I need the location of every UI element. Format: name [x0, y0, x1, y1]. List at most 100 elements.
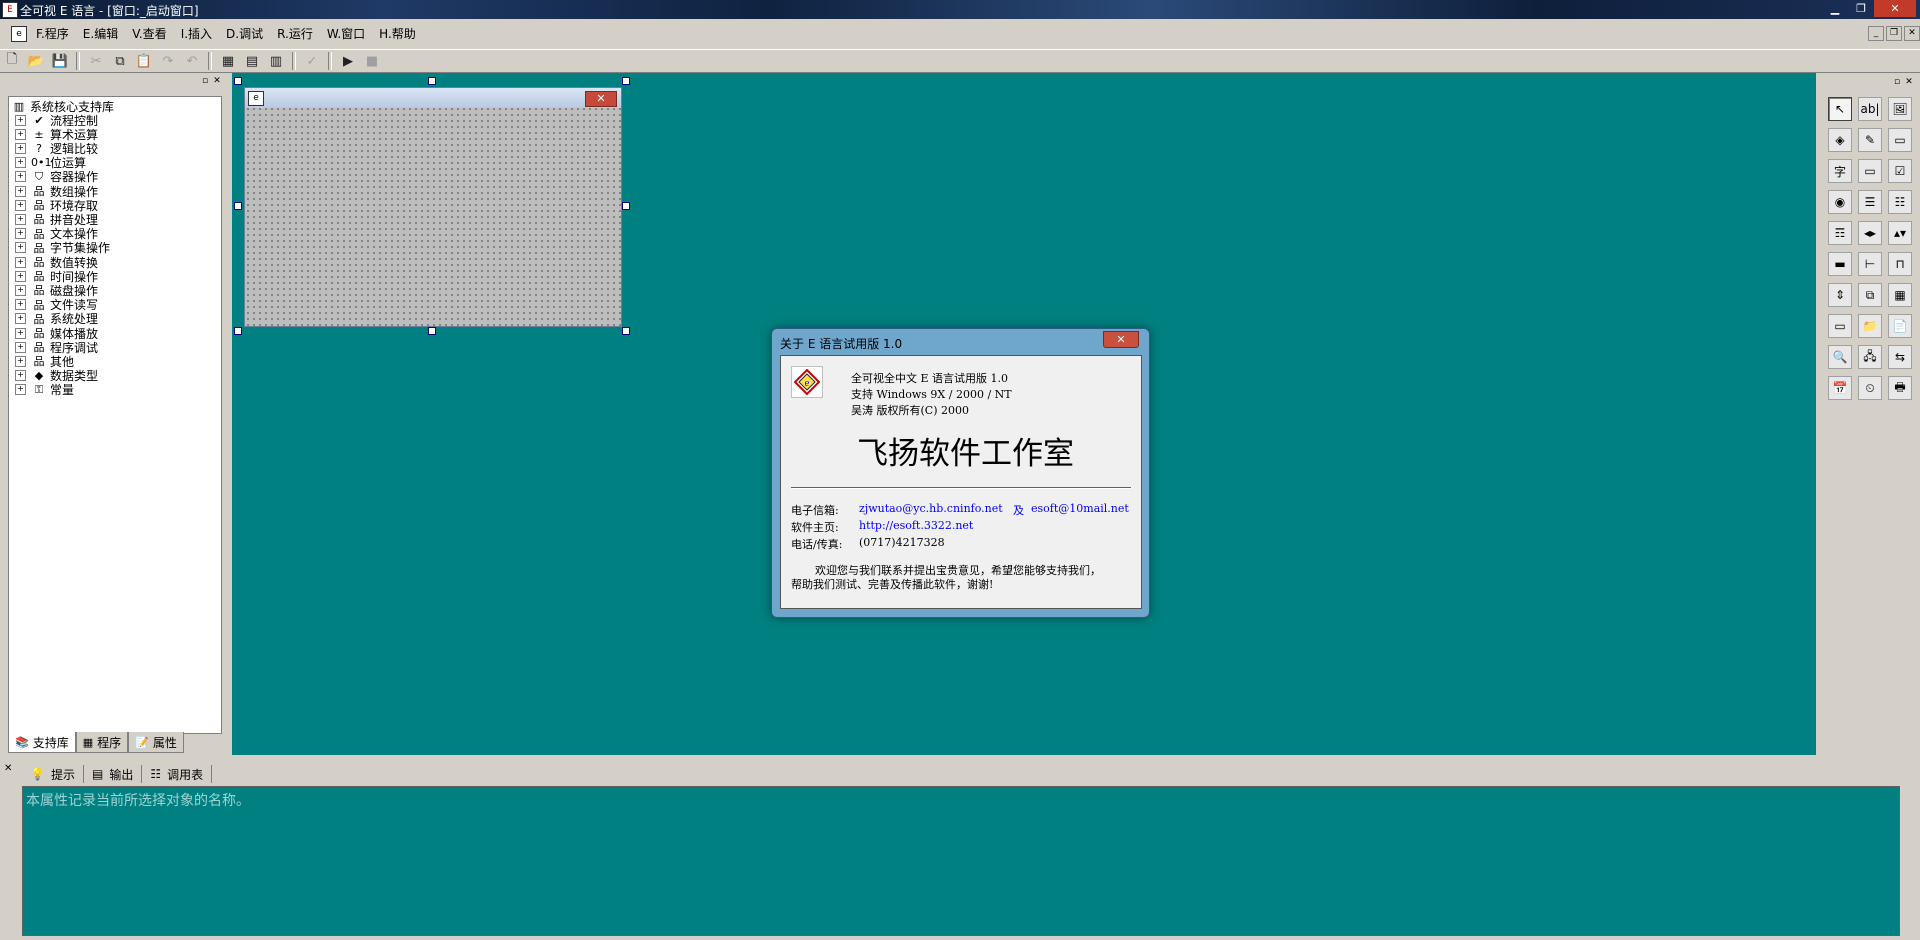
- document-icon[interactable]: e: [11, 26, 27, 42]
- network-tool-icon[interactable]: 🖧: [1858, 345, 1882, 369]
- resize-handle[interactable]: [428, 77, 436, 85]
- resize-handle[interactable]: [622, 77, 630, 85]
- panel-close-icon[interactable]: ✕: [212, 76, 222, 86]
- draw-tool-icon[interactable]: ✎: [1858, 128, 1882, 152]
- bottom-close-icon[interactable]: ✕: [4, 764, 14, 774]
- expand-icon[interactable]: +: [15, 157, 26, 169]
- save-icon[interactable]: 💾: [50, 52, 70, 70]
- expand-icon[interactable]: +: [15, 171, 26, 183]
- resize-handle[interactable]: [234, 77, 242, 85]
- shape-tool-icon[interactable]: ◈: [1828, 128, 1852, 152]
- expand-icon[interactable]: +: [15, 341, 26, 353]
- expand-icon[interactable]: +: [15, 256, 26, 268]
- menu-window[interactable]: W.窗口: [320, 23, 372, 45]
- picture-tool-icon[interactable]: 🖼: [1888, 97, 1912, 121]
- checkbox-tool-icon[interactable]: ☑: [1888, 159, 1912, 183]
- toolbox-float-icon[interactable]: ▫: [1892, 77, 1902, 87]
- expand-icon[interactable]: +: [15, 128, 26, 140]
- expand-icon[interactable]: +: [15, 355, 26, 367]
- vscroll-tool-icon[interactable]: ▴▾: [1888, 221, 1912, 245]
- menu-edit[interactable]: E.编辑: [76, 23, 125, 45]
- close-button[interactable]: ✕: [1874, 0, 1916, 17]
- menu-program[interactable]: F.程序: [29, 23, 76, 45]
- tab-support-library[interactable]: 📚 支持库: [8, 732, 76, 753]
- pointer-tool-icon[interactable]: ↖: [1828, 97, 1852, 121]
- tab-hint[interactable]: 💡 提示: [22, 765, 84, 783]
- copy-icon[interactable]: ⧉: [110, 52, 130, 70]
- mdi-close-button[interactable]: ✕: [1904, 26, 1920, 41]
- expand-icon[interactable]: +: [15, 199, 26, 211]
- slider-tool-icon[interactable]: ⊢: [1858, 252, 1882, 276]
- expand-icon[interactable]: +: [15, 313, 26, 325]
- listview-tool-icon[interactable]: ☶: [1828, 221, 1852, 245]
- layout3-icon[interactable]: ▥: [266, 52, 286, 70]
- split-tool-icon[interactable]: ⇆: [1888, 345, 1912, 369]
- tab-tool-icon[interactable]: ⊓: [1888, 252, 1912, 276]
- new-icon[interactable]: 🗋: [2, 52, 22, 70]
- resize-handle[interactable]: [234, 327, 242, 335]
- expand-icon[interactable]: +: [15, 284, 26, 296]
- progress-tool-icon[interactable]: ▬: [1828, 252, 1852, 276]
- restore-button[interactable]: ❐: [1848, 0, 1874, 17]
- calendar-tool-icon[interactable]: 📅: [1828, 376, 1852, 400]
- form-close-button[interactable]: ✕: [585, 91, 617, 107]
- grid-tool-icon[interactable]: ▦: [1888, 283, 1912, 307]
- email-link-2[interactable]: esoft@10mail.net: [1031, 502, 1129, 515]
- tab-call-table[interactable]: ☷ 调用表: [142, 765, 213, 783]
- expand-icon[interactable]: +: [15, 228, 26, 240]
- spin-tool-icon[interactable]: ⇕: [1828, 283, 1852, 307]
- menu-help[interactable]: H.帮助: [372, 23, 423, 45]
- toolbox-close-icon[interactable]: ✕: [1904, 77, 1914, 87]
- panel-float-icon[interactable]: ▫: [200, 76, 210, 86]
- hint-output-area[interactable]: 本属性记录当前所选择对象的名称。: [22, 786, 1900, 936]
- folder-tool-icon[interactable]: 📁: [1858, 314, 1882, 338]
- frame-tool-icon[interactable]: ▭: [1888, 128, 1912, 152]
- expand-icon[interactable]: +: [15, 142, 26, 154]
- redo-icon[interactable]: ↷: [158, 52, 178, 70]
- resize-handle[interactable]: [622, 202, 630, 210]
- expand-icon[interactable]: +: [15, 185, 26, 197]
- search-tool-icon[interactable]: 🔍: [1828, 345, 1852, 369]
- menu-run[interactable]: R.运行: [270, 23, 320, 45]
- cut-icon[interactable]: ✂: [86, 52, 106, 70]
- expand-icon[interactable]: +: [15, 270, 26, 282]
- mdi-minimize-button[interactable]: _: [1868, 26, 1884, 41]
- expand-icon[interactable]: +: [15, 384, 26, 396]
- expand-icon[interactable]: +: [15, 327, 26, 339]
- expand-icon[interactable]: +: [15, 213, 26, 225]
- menu-insert[interactable]: I.插入: [174, 23, 219, 45]
- paste-icon[interactable]: 📋: [134, 52, 154, 70]
- tab-output[interactable]: ▤ 输出: [84, 765, 143, 783]
- email-link-1[interactable]: zjwutao@yc.hb.cninfo.net: [859, 502, 1003, 515]
- layout-icon[interactable]: ▦: [218, 52, 238, 70]
- menu-debug[interactable]: D.调试: [219, 23, 270, 45]
- image-list-tool-icon[interactable]: ⧉: [1858, 283, 1882, 307]
- expand-icon[interactable]: +: [15, 114, 26, 126]
- form-title-bar[interactable]: e ✕: [245, 88, 621, 108]
- menu-view[interactable]: V.查看: [125, 23, 173, 45]
- check-icon[interactable]: ✓: [302, 52, 322, 70]
- hscroll-tool-icon[interactable]: ◂▸: [1858, 221, 1882, 245]
- dialog-close-button[interactable]: ✕: [1103, 331, 1139, 348]
- expand-icon[interactable]: +: [15, 370, 26, 382]
- expand-icon[interactable]: +: [15, 242, 26, 254]
- combo-tool-icon[interactable]: ☷: [1888, 190, 1912, 214]
- tree-node[interactable]: + ⚿ 常量: [15, 383, 74, 397]
- resize-handle[interactable]: [622, 327, 630, 335]
- undo-icon[interactable]: ↶: [182, 52, 202, 70]
- run-icon[interactable]: ▶: [338, 52, 358, 70]
- stop-icon[interactable]: ■: [362, 52, 382, 70]
- print-tool-icon[interactable]: 🖶: [1888, 376, 1912, 400]
- mdi-restore-button[interactable]: ❐: [1886, 26, 1902, 41]
- timer-tool-icon[interactable]: ⏲: [1858, 376, 1882, 400]
- tab-program[interactable]: ▦ 程序: [75, 732, 129, 753]
- file-tool-icon[interactable]: 📄: [1888, 314, 1912, 338]
- label-tool-icon[interactable]: 字: [1828, 159, 1852, 183]
- resize-handle[interactable]: [428, 327, 436, 335]
- panel-tool-icon[interactable]: ▭: [1828, 314, 1852, 338]
- homepage-link[interactable]: http://esoft.3322.net: [859, 519, 973, 532]
- radio-tool-icon[interactable]: ◉: [1828, 190, 1852, 214]
- layout2-icon[interactable]: ▤: [242, 52, 262, 70]
- textbox-tool-icon[interactable]: ab|: [1858, 97, 1882, 121]
- minimize-button[interactable]: ▁: [1822, 0, 1848, 17]
